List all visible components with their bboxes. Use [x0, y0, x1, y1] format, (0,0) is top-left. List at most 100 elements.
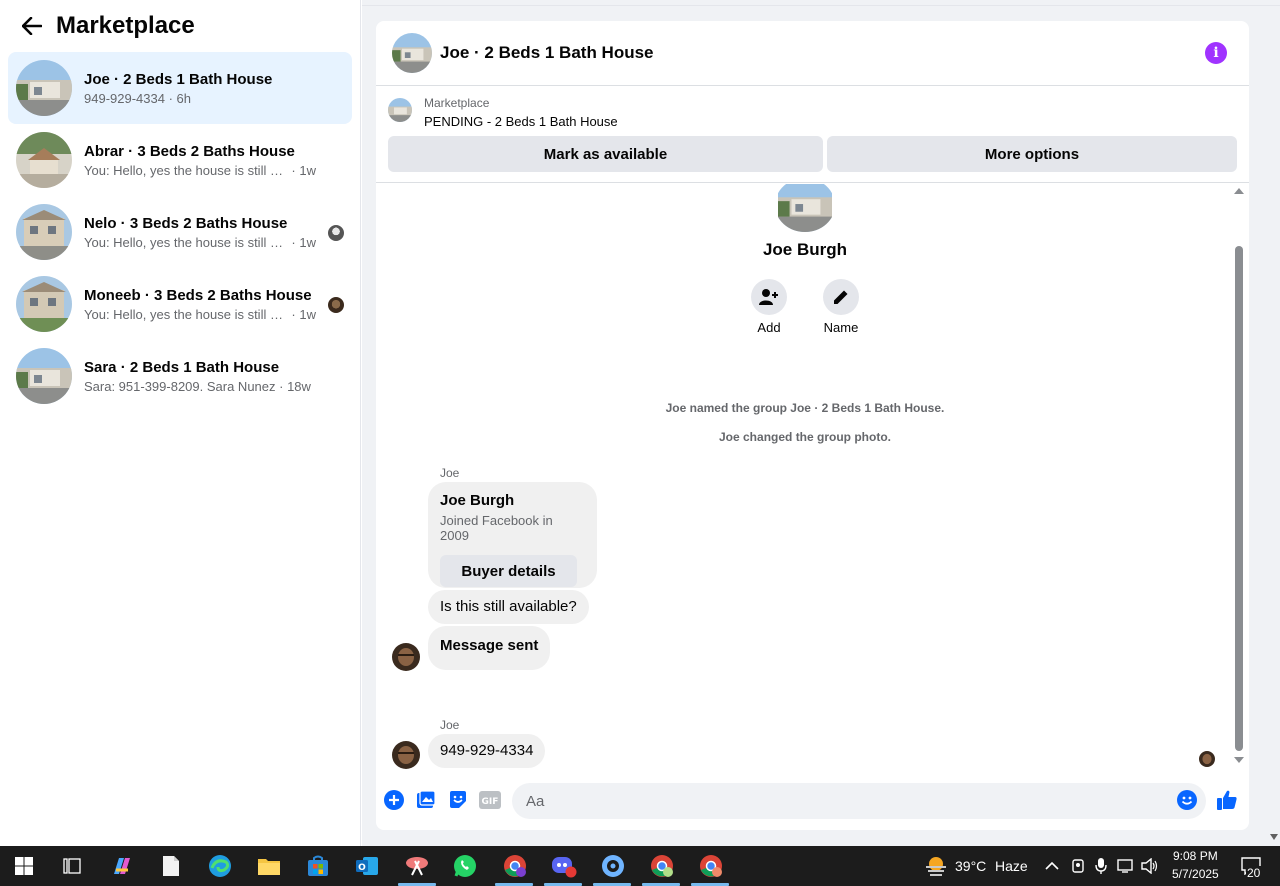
conversation-time: 6h [176, 90, 191, 106]
media-player-icon[interactable] [599, 852, 627, 880]
sticker-icon[interactable] [447, 789, 469, 811]
store-icon[interactable] [304, 852, 332, 880]
weather-description[interactable]: Haze [995, 858, 1028, 874]
add-person-icon [759, 289, 778, 305]
conversation-item[interactable]: Moneeb · 3 Beds 2 Baths House You: Hello… [8, 268, 352, 340]
file-icon[interactable] [157, 852, 185, 880]
chrome-profile-icon[interactable] [501, 852, 529, 880]
mark-available-button[interactable]: Mark as available [388, 136, 823, 172]
sender-name: Joe [440, 718, 460, 732]
edge-browser-icon[interactable] [206, 852, 234, 880]
page-scroll-down-icon[interactable] [1268, 830, 1280, 844]
conversation-item[interactable]: Joe · 2 Beds 1 Bath House 949-929-4334 ·… [8, 52, 352, 124]
chat-thumbnail[interactable] [392, 33, 432, 73]
conversation-preview: 949-929-4334 [84, 90, 165, 106]
chat-title[interactable]: Joe · 2 Beds 1 Bath House [440, 43, 654, 63]
photo-icon[interactable] [415, 789, 437, 811]
buyer-card: Joe Burgh Joined Facebook in 2009 Buyer … [428, 482, 597, 588]
message-bubble[interactable]: Is this still available? [428, 590, 589, 624]
listing-thumbnail [16, 132, 72, 188]
emoji-icon[interactable] [1176, 789, 1198, 811]
conversation-title: Abrar · 3 Beds 2 Baths House [84, 142, 295, 160]
conversation-title: Joe · 2 Beds 1 Bath House [84, 70, 273, 88]
task-view-icon[interactable] [58, 852, 86, 880]
notification-count: 20 [1246, 866, 1262, 880]
conversation-time: 1w [299, 162, 316, 178]
conversation-time: 18w [287, 378, 311, 394]
file-explorer-icon[interactable] [255, 852, 283, 880]
listing-thumbnail [388, 98, 412, 122]
conversation-title: Moneeb · 3 Beds 2 Baths House [84, 286, 312, 304]
group-photo[interactable] [775, 184, 835, 232]
thumbs-up-icon[interactable] [1216, 789, 1238, 811]
listing-thumbnail [16, 348, 72, 404]
meet-now-icon[interactable] [1068, 852, 1090, 880]
conversation-item[interactable]: Abrar · 3 Beds 2 Baths House You: Hello,… [8, 124, 352, 196]
chevron-up-icon[interactable] [1042, 852, 1062, 880]
conversation-item[interactable]: Nelo · 3 Beds 2 Baths House You: Hello, … [8, 196, 352, 268]
listing-thumbnail [16, 276, 72, 332]
card-subtitle: Joined Facebook in 2009 [440, 513, 553, 543]
svg-text:GIF: GIF [482, 797, 499, 807]
snipping-tool-icon[interactable] [403, 852, 431, 880]
windows-start-icon[interactable] [10, 852, 38, 880]
chrome-profile-icon[interactable] [697, 852, 725, 880]
more-options-button[interactable]: More options [827, 136, 1237, 172]
back-arrow-icon[interactable] [20, 14, 44, 38]
message-bubble[interactable]: Message sent [428, 626, 551, 670]
listing-thumbnail [16, 60, 72, 116]
message-thread: Joe Burgh Add Name Joe named the group J… [376, 184, 1249, 784]
sender-avatar[interactable] [392, 741, 420, 769]
marketplace-label: Marketplace [424, 96, 490, 110]
add-person-button[interactable]: Add [744, 279, 794, 335]
sidebar-header: Marketplace [0, 0, 360, 52]
scroll-thumb[interactable] [1235, 246, 1243, 751]
conversation-sidebar: Marketplace Joe · 2 Beds 1 Bath House 94… [0, 0, 361, 846]
copilot-icon[interactable] [108, 852, 136, 880]
outlook-icon[interactable]: O [353, 852, 381, 880]
gif-icon[interactable]: GIF [479, 789, 501, 811]
weather-haze-icon[interactable] [922, 852, 950, 880]
listing-status[interactable]: PENDING - 2 Beds 1 Bath House [424, 114, 618, 129]
plus-circle-icon[interactable] [383, 789, 405, 811]
pencil-icon [834, 290, 848, 304]
weather-temperature[interactable]: 39°C [955, 858, 986, 874]
message-bubble[interactable]: 949-929-4334 [428, 734, 546, 768]
seen-avatar-icon [328, 225, 344, 241]
network-icon[interactable] [1115, 852, 1137, 880]
microphone-icon[interactable] [1090, 852, 1112, 880]
edit-name-button[interactable]: Name [816, 279, 866, 335]
conversation-time: 1w [299, 306, 316, 322]
clock-date[interactable]: 5/7/2025 [1172, 867, 1219, 881]
windows-taskbar: O 39°C Haze 9:08 PM 5/7/2025 20 [0, 846, 1280, 886]
conversation-time: 1w [299, 234, 316, 250]
scroll-up-icon[interactable] [1234, 188, 1244, 194]
whatsapp-icon[interactable] [451, 852, 479, 880]
system-message: Joe changed the group photo. [719, 430, 891, 444]
message-composer: GIF [376, 781, 1249, 821]
clock-time[interactable]: 9:08 PM [1173, 849, 1218, 863]
conversation-title: Nelo · 3 Beds 2 Baths House [84, 214, 288, 232]
conversation-preview: You: Hello, yes the house is still avail… [84, 162, 288, 178]
conversation-item[interactable]: Sara · 2 Beds 1 Bath House Sara: 951-399… [8, 340, 352, 412]
card-title: Joe Burgh [440, 492, 515, 509]
conversation-preview: You: Hello, yes the house is still ava..… [84, 306, 288, 322]
listing-thumbnail [16, 204, 72, 260]
chat-header: Joe · 2 Beds 1 Bath House i [376, 21, 1249, 86]
volume-icon[interactable] [1139, 852, 1161, 880]
read-receipt-avatar [1199, 751, 1215, 767]
conversation-preview: Sara: 951-399-8209. Sara Nunez [84, 378, 276, 394]
buyer-details-button[interactable]: Buyer details [440, 555, 577, 587]
scroll-down-icon[interactable] [1234, 757, 1244, 763]
chrome-profile-icon[interactable] [648, 852, 676, 880]
sidebar-title: Marketplace [56, 12, 195, 39]
chat-panel: Joe · 2 Beds 1 Bath House i Marketplace … [376, 21, 1249, 830]
message-input[interactable] [512, 783, 1206, 819]
conversation-preview: You: Hello, yes the house is still ava..… [84, 234, 288, 250]
group-name: Joe Burgh [762, 240, 848, 259]
sender-name: Joe [440, 466, 460, 480]
discord-icon[interactable] [550, 852, 578, 880]
sender-avatar[interactable] [392, 643, 420, 671]
message-scrollbar[interactable] [1233, 186, 1245, 766]
info-icon[interactable]: i [1205, 42, 1227, 64]
